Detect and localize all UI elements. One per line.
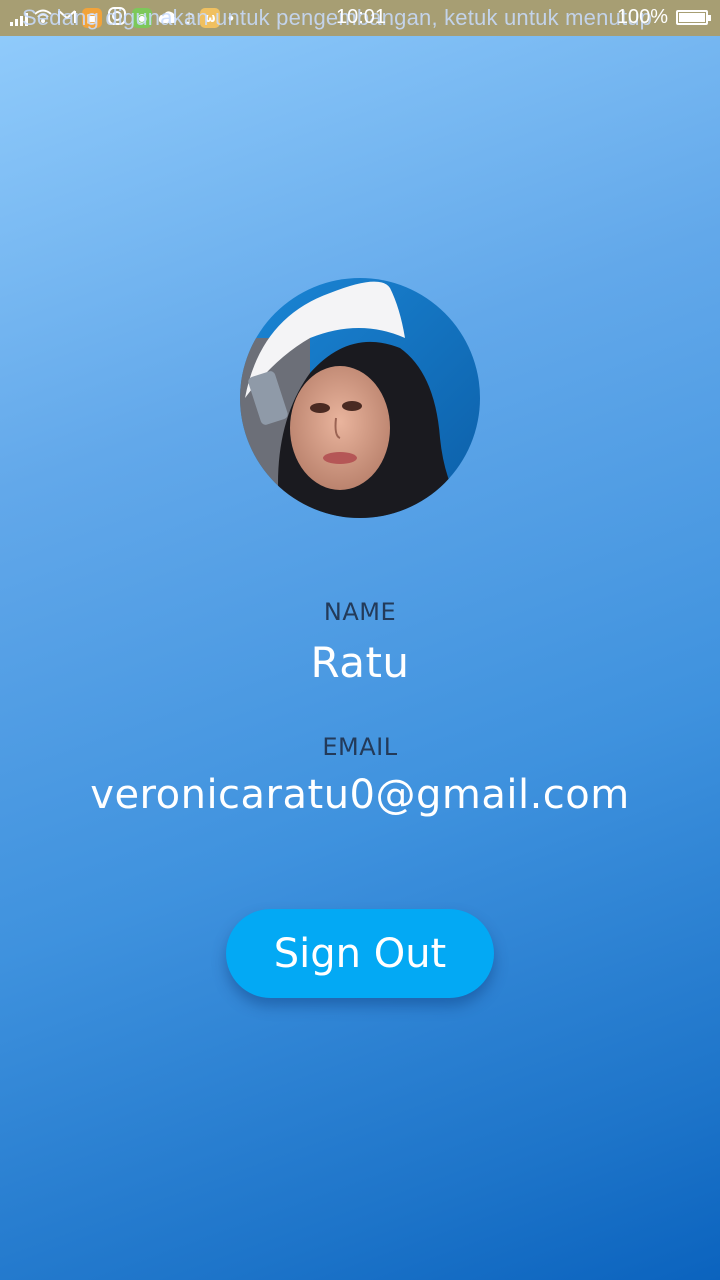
email-value: veronicaratu0@gmail.com	[90, 772, 630, 818]
name-label: NAME	[323, 598, 397, 626]
status-time: 10:01	[336, 6, 387, 28]
avatar-photo	[240, 278, 480, 518]
battery-icon	[676, 10, 711, 25]
battery-level	[679, 13, 705, 22]
name-value: Ratu	[310, 638, 410, 687]
status-icons-right: 100%	[616, 6, 711, 29]
battery-percent: 100%	[616, 6, 668, 28]
profile-avatar	[240, 278, 480, 518]
sign-out-button[interactable]: Sign Out	[226, 909, 494, 998]
email-label: EMAIL	[322, 733, 398, 761]
status-bar: ▣ ◉ ♪ ω • Sedang digunakan untuk pengemb…	[0, 0, 720, 36]
